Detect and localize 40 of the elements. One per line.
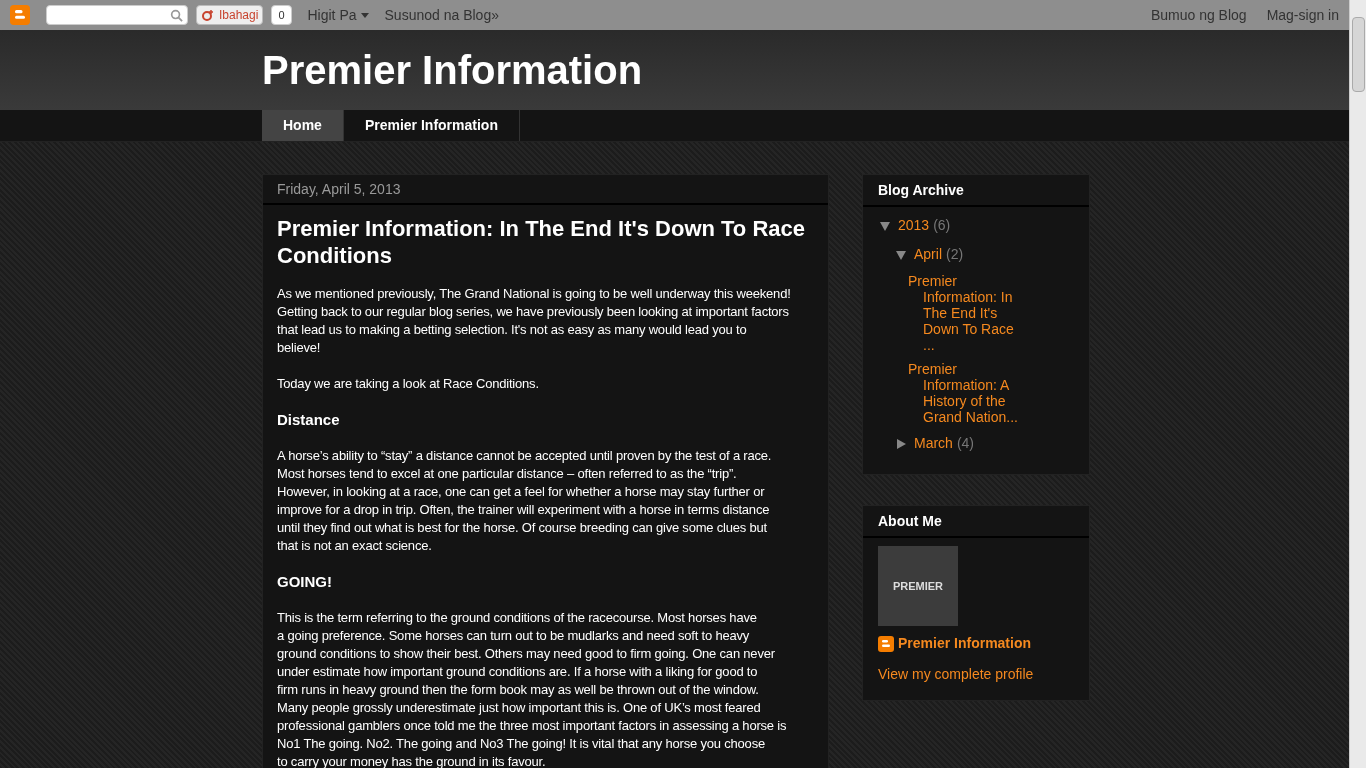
archive-link[interactable]: April bbox=[914, 244, 942, 265]
widget-title: About Me bbox=[863, 506, 1089, 538]
blogger-icon bbox=[878, 635, 894, 652]
archive-count: (4) bbox=[956, 434, 975, 453]
archive-link[interactable]: 2013 bbox=[898, 215, 930, 236]
section-heading: GOING! bbox=[277, 573, 333, 591]
post-paragraph: As we mentioned previously, The Grand National is going to be well underway this weekend! Getting back to our regular blog series, we have previously been looking at important factors that lead us to making a betting selection. It's not as easy as many would lead you to believe! bbox=[277, 285, 792, 357]
view-profile-link[interactable]: View my complete profile bbox=[878, 664, 1034, 685]
sign-in-link[interactable]: Mag-sign in bbox=[1266, 4, 1339, 26]
post-paragraph: A horse’s ability to “stay” a distance cannot be accepted until proven by the test of a race. Most horses tend to excel at one particular distance – often referred to as the “trip”. However, in looking at a race, one can get a feel for whether a horse may stay further or improve for a drop in trip. Often, the trainer will experiment with a horse in terms distance until they find out what is best for the horse. Of course breeding can give some clues but that is not an exact science. bbox=[277, 447, 773, 555]
nav-tab[interactable]: Home bbox=[262, 110, 344, 141]
post-title[interactable]: Premier Information: In The End It's Down To Race Conditions bbox=[277, 215, 814, 269]
date-header: Friday, April 5, 2013 bbox=[263, 175, 828, 205]
scrollbar[interactable] bbox=[1349, 0, 1366, 768]
archive-post-link[interactable]: Premier Information: In The End It's Down To Race ... bbox=[908, 273, 1023, 353]
caret-icon bbox=[360, 12, 369, 18]
profile-avatar[interactable]: PREMIER bbox=[878, 546, 958, 626]
share-count: 0 bbox=[271, 5, 292, 25]
blog-title[interactable]: Premier Information bbox=[262, 50, 643, 90]
create-blog-link[interactable]: Bumuo ng Blog bbox=[1150, 4, 1247, 26]
share-button[interactable]: Ibahagi bbox=[196, 5, 264, 25]
widget-title: Blog Archive bbox=[863, 175, 1089, 207]
profile-name-link[interactable]: Premier Information bbox=[898, 633, 1032, 654]
more-menu[interactable]: Higit Pa bbox=[307, 4, 369, 26]
expand-triangle-icon[interactable] bbox=[896, 438, 906, 449]
blogger-icon bbox=[10, 5, 30, 25]
search-icon bbox=[170, 8, 183, 22]
search-field[interactable] bbox=[46, 5, 188, 25]
archive-count: (6) bbox=[933, 216, 951, 235]
collapse-triangle-icon[interactable] bbox=[896, 249, 906, 260]
post-paragraph: This is the term referring to the ground conditions of the racecourse. Most horses have a going preference. Some horses can turn out to be mudlarks and need soft to heavy ground conditions to show their best. Others may need good to firm going. One can never under estimate how important ground conditions are. If a horse with a liking for good to firm runs in heavy ground then the form book may as well be thrown out of the window. Many people grossly underestimate just how important this is. One of UK’s most feared professional gamblers once told me the three most important factors in assessing a horse is No1 The going. No2. The going and No3 The going! It is vital that any horse you choose to carry your money has the ground in its favour. bbox=[277, 609, 788, 768]
collapse-triangle-icon[interactable] bbox=[880, 220, 890, 231]
google-plus-icon bbox=[201, 8, 215, 22]
post-paragraph: Today we are taking a look at Race Conditions. bbox=[277, 375, 540, 393]
archive-link[interactable]: March bbox=[914, 433, 953, 454]
next-blog-link[interactable]: Susunod na Blog» bbox=[384, 4, 499, 26]
scroll-thumb[interactable] bbox=[1351, 17, 1365, 92]
archive-post-link[interactable]: Premier Information: A History of the Grand Nation... bbox=[908, 361, 1023, 425]
archive-count: (2) bbox=[946, 245, 964, 264]
section-heading: Distance bbox=[277, 411, 341, 429]
